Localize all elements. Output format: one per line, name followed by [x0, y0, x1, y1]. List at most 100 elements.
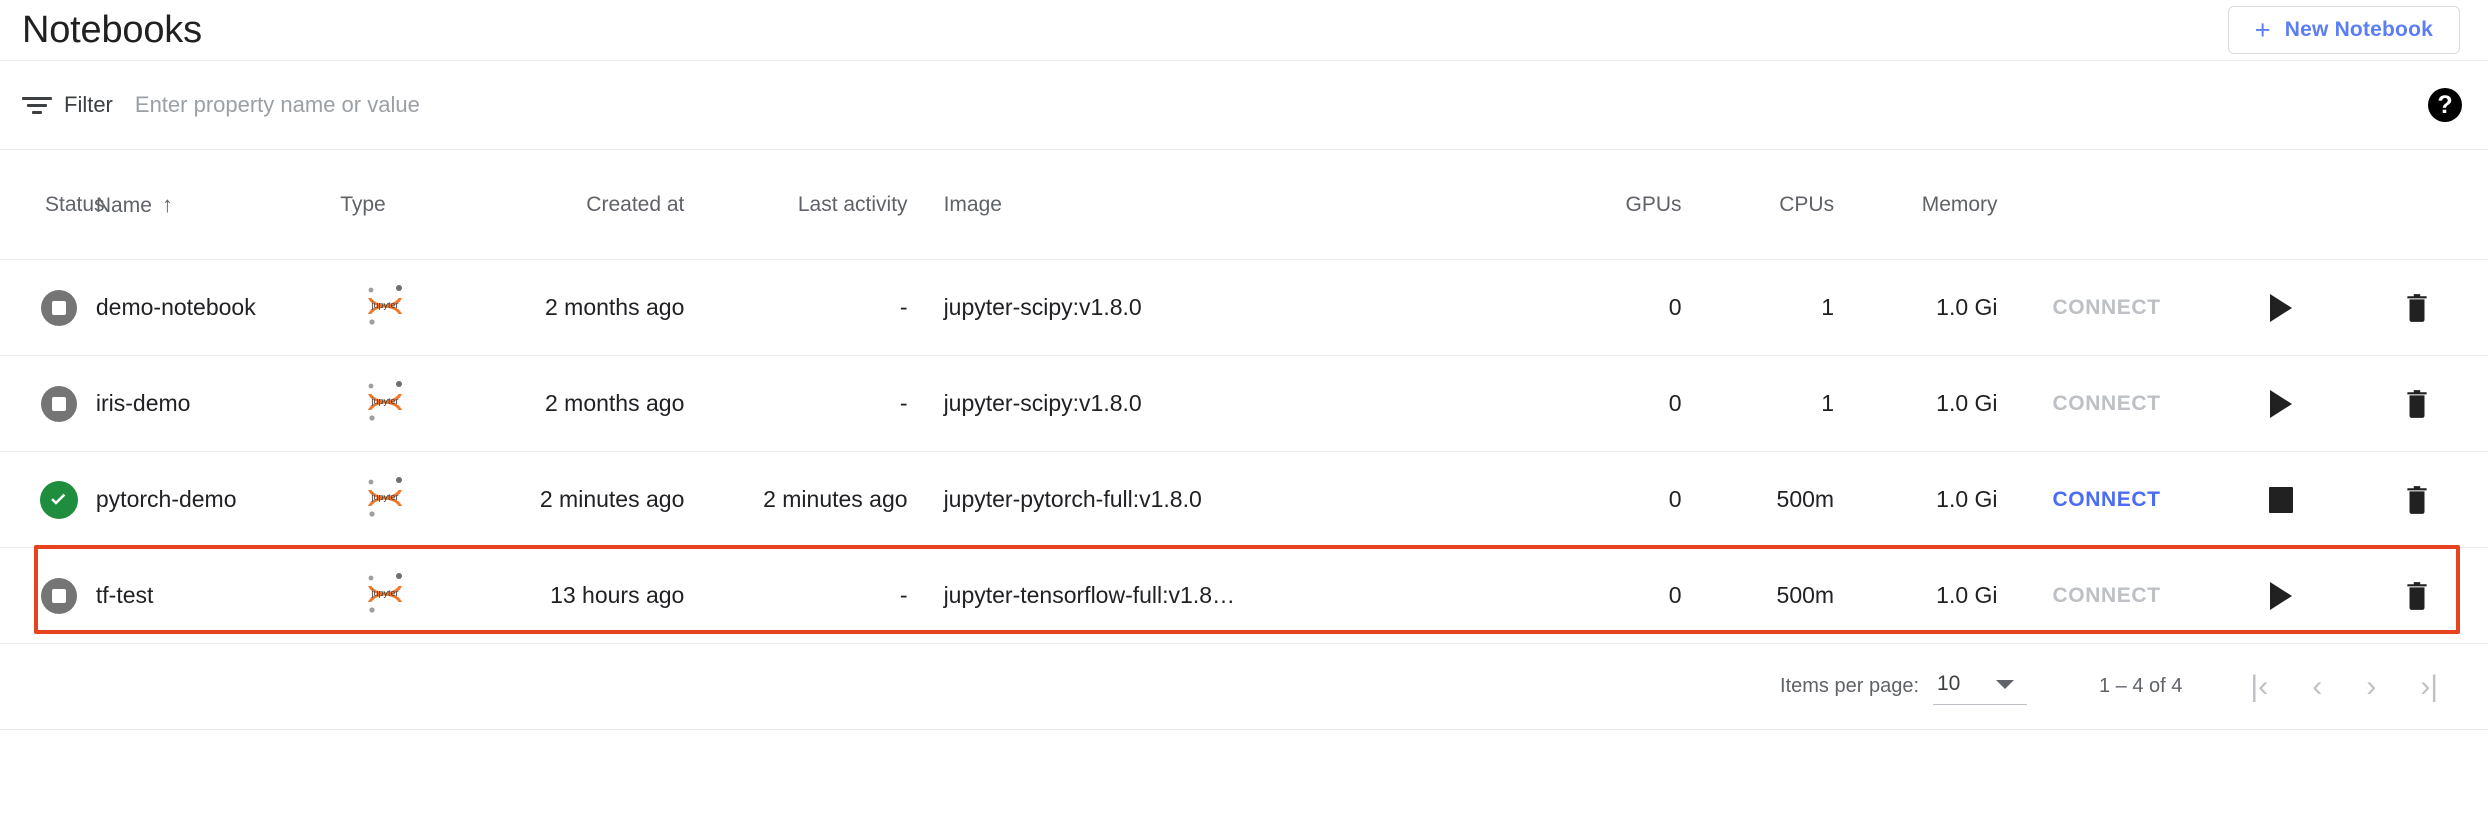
cell-image: jupyter-tensorflow-full:v1.8…: [929, 547, 1562, 644]
table-header-row: Status Name ↑ Type Created at Last activi…: [0, 149, 2488, 260]
notebooks-table: Status Name ↑ Type Created at Last activi…: [0, 149, 2488, 644]
search-input[interactable]: [134, 92, 835, 118]
start-button[interactable]: [2264, 576, 2298, 616]
play-icon: [2269, 293, 2292, 322]
cell-delete-action: [2346, 259, 2488, 356]
cell-name[interactable]: iris-demo: [95, 355, 331, 452]
svg-text:jupyter: jupyter: [370, 492, 398, 502]
trash-icon: [2404, 293, 2430, 326]
cell-last-activity: 2 minutes ago: [684, 451, 930, 548]
table-row[interactable]: iris-demo jupyter 2 months ago - jupyter-sci…: [0, 355, 2488, 452]
filter-label: Filter: [64, 92, 113, 117]
column-header-status[interactable]: Status: [0, 149, 105, 260]
chevron-down-icon: [1996, 679, 2015, 689]
start-button[interactable]: [2264, 288, 2298, 328]
svg-text:jupyter: jupyter: [370, 588, 398, 598]
table-row[interactable]: tf-test jupyter 13 hours ago - jupyter-tenso…: [0, 547, 2488, 644]
check-circle-icon: [39, 480, 78, 519]
items-per-page-select[interactable]: 10: [1933, 668, 2027, 705]
cell-name[interactable]: tf-test: [95, 547, 331, 644]
column-header-name[interactable]: Name ↑: [95, 149, 331, 260]
stopped-icon: [40, 577, 77, 614]
next-page-button[interactable]: ›: [2344, 671, 2398, 702]
cell-connect: CONNECT: [1997, 451, 2216, 548]
stop-icon: [2268, 486, 2293, 513]
plus-icon: +: [2254, 14, 2271, 45]
cell-type: jupyter: [330, 355, 440, 452]
cell-created-at: 13 hours ago: [439, 547, 685, 644]
previous-page-button[interactable]: ‹: [2290, 671, 2344, 702]
connect-button: CONNECT: [2043, 578, 2171, 614]
delete-button[interactable]: [2398, 575, 2436, 617]
column-header-delete: [2346, 149, 2488, 260]
cell-gpus: 0: [1561, 451, 1682, 548]
cell-memory: 1.0 Gi: [1834, 547, 1998, 644]
cell-last-activity: -: [684, 355, 930, 452]
column-header-created-at[interactable]: Created at: [439, 149, 685, 260]
cell-connect: CONNECT: [1997, 355, 2216, 452]
trash-icon: [2404, 389, 2430, 422]
cell-created-at: 2 months ago: [439, 259, 685, 356]
cell-status: [0, 451, 96, 548]
column-header-cpus[interactable]: CPUs: [1681, 149, 1835, 260]
cell-status: [0, 547, 96, 644]
cell-run-action: [2215, 259, 2347, 356]
filter-bar: Filter ?: [0, 61, 2488, 149]
trash-icon: [2404, 485, 2430, 518]
column-header-last-activity[interactable]: Last activity: [684, 149, 930, 260]
table-header: Status Name ↑ Type Created at Last activi…: [0, 149, 2488, 260]
stop-button[interactable]: [2263, 481, 2299, 519]
table-row[interactable]: pytorch-demo jupyter 2 minutes ago 2 minute…: [0, 451, 2488, 548]
delete-button[interactable]: [2398, 479, 2436, 521]
filter-icon[interactable]: [22, 94, 52, 116]
play-icon: [2269, 581, 2292, 610]
cell-cpus: 500m: [1681, 547, 1835, 644]
cell-status: [0, 259, 96, 356]
cell-connect: CONNECT: [1997, 547, 2216, 644]
table-row[interactable]: demo-notebook jupyter 2 months ago - jupyter…: [0, 259, 2488, 356]
cell-last-activity: -: [684, 259, 930, 356]
cell-last-activity: -: [684, 547, 930, 644]
cell-image: jupyter-scipy:v1.8.0: [929, 259, 1562, 356]
column-header-gpus[interactable]: GPUs: [1561, 149, 1682, 260]
cell-type: jupyter: [330, 259, 440, 356]
cell-cpus: 500m: [1681, 451, 1835, 548]
column-header-type[interactable]: Type: [330, 149, 440, 260]
cell-memory: 1.0 Gi: [1834, 355, 1998, 452]
cell-name[interactable]: demo-notebook: [95, 259, 331, 356]
last-page-button[interactable]: ›|: [2398, 671, 2460, 702]
start-button[interactable]: [2264, 384, 2298, 424]
cell-gpus: 0: [1561, 355, 1682, 452]
cell-name[interactable]: pytorch-demo: [95, 451, 331, 548]
help-icon[interactable]: ?: [2428, 88, 2462, 122]
cell-gpus: 0: [1561, 259, 1682, 356]
notebooks-page: Notebooks + New Notebook Filter ? Status…: [0, 0, 2488, 826]
stopped-icon: [40, 385, 77, 422]
cell-run-action: [2215, 451, 2347, 548]
cell-type: jupyter: [330, 451, 440, 548]
stopped-icon: [40, 289, 77, 326]
connect-button: CONNECT: [2043, 386, 2171, 422]
jupyter-icon: jupyter: [367, 572, 402, 613]
cell-run-action: [2215, 355, 2347, 452]
cell-delete-action: [2346, 355, 2488, 452]
items-per-page-value: 10: [1937, 672, 1961, 695]
first-page-button[interactable]: |‹: [2228, 671, 2290, 702]
cell-memory: 1.0 Gi: [1834, 451, 1998, 548]
page-header: Notebooks + New Notebook: [0, 0, 2488, 60]
connect-button[interactable]: CONNECT: [2043, 482, 2171, 518]
cell-delete-action: [2346, 547, 2488, 644]
column-header-image[interactable]: Image: [929, 149, 1562, 260]
cell-gpus: 0: [1561, 547, 1682, 644]
play-icon: [2269, 389, 2292, 418]
jupyter-icon: jupyter: [367, 380, 402, 421]
cell-image: jupyter-pytorch-full:v1.8.0: [929, 451, 1562, 548]
column-header-memory[interactable]: Memory: [1834, 149, 1998, 260]
new-notebook-button[interactable]: + New Notebook: [2227, 6, 2460, 54]
new-notebook-label: New Notebook: [2284, 18, 2433, 41]
delete-button[interactable]: [2398, 287, 2436, 329]
cell-memory: 1.0 Gi: [1834, 259, 1998, 356]
page-range-label: 1 – 4 of 4: [2099, 675, 2183, 697]
jupyter-icon: jupyter: [367, 284, 402, 325]
delete-button[interactable]: [2398, 383, 2436, 425]
